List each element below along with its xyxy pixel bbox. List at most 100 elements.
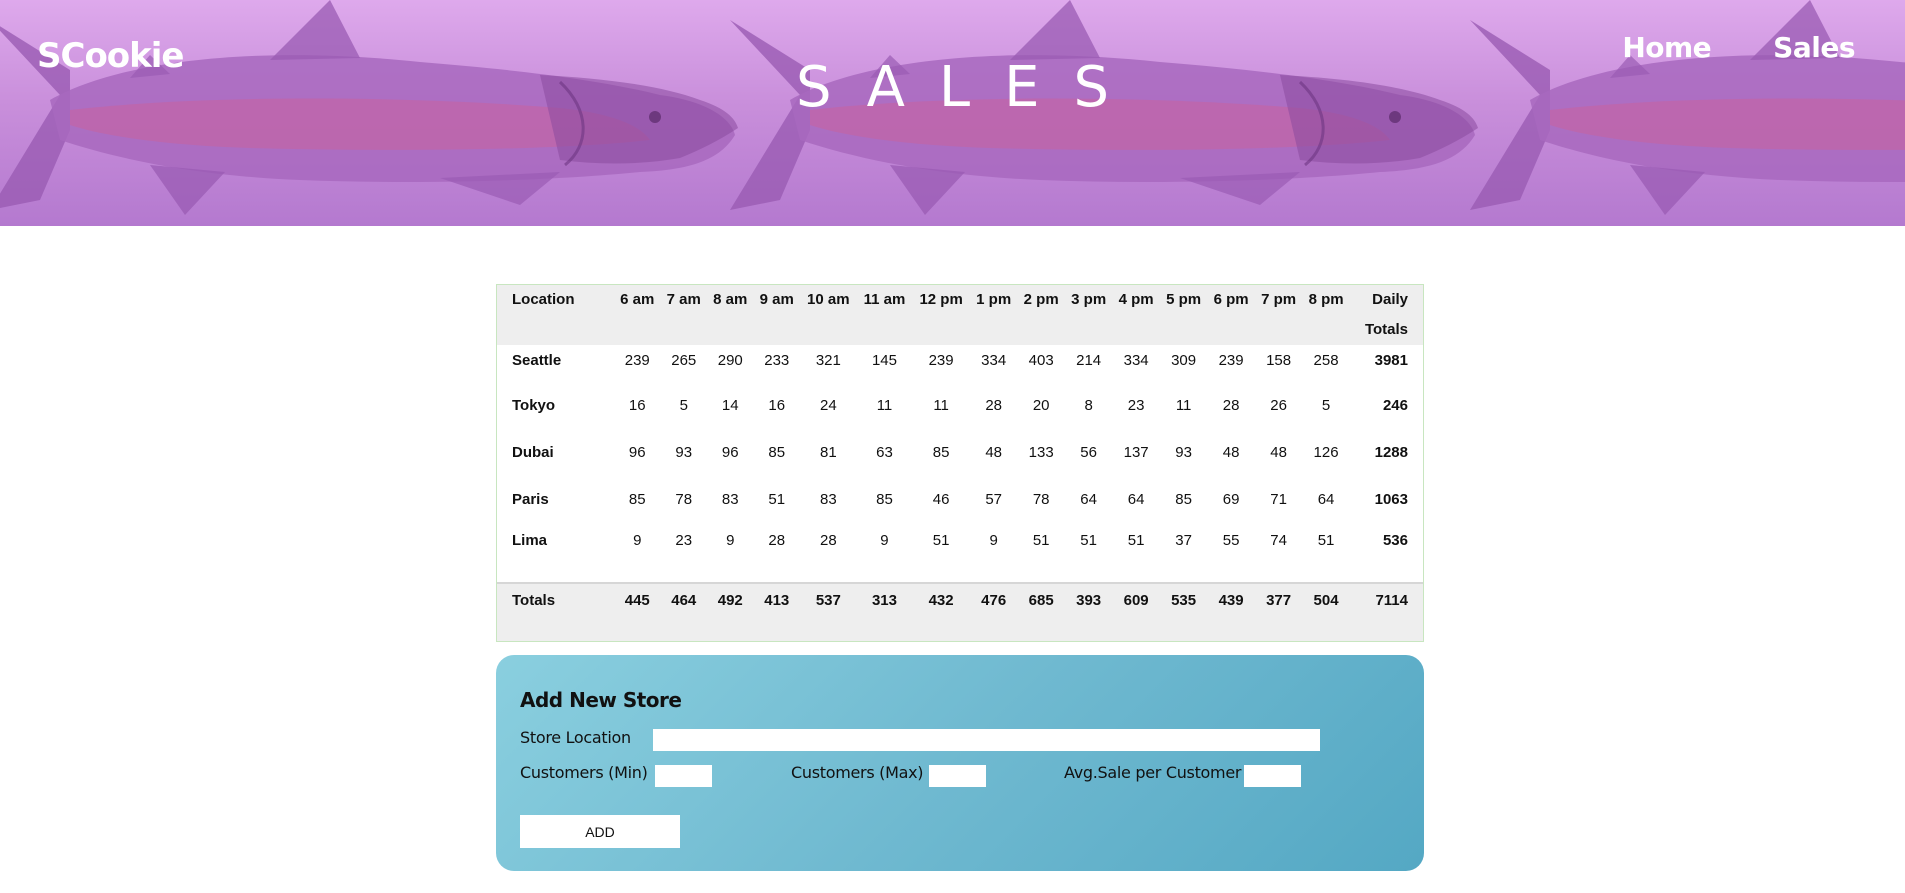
hourly-total-cell: 537 [815,592,841,609]
hourly-sales-cell: 69 [1222,491,1240,508]
hourly-total-cell: 476 [981,592,1007,609]
row-location-cell: Lima [512,532,548,549]
hourly-sales-cell: 9 [989,532,998,549]
daily-header-line1: Daily [1372,291,1408,308]
totals-label-cell: Totals [512,592,556,609]
sales-table: Location 6 am 7 am 8 am 9 am 10 am 11 am… [497,285,1423,641]
hourly-total-cell: 464 [671,592,697,609]
hourly-sales-cell: 158 [1266,352,1292,369]
hourly-sales-cell: 14 [721,397,739,414]
hourly-total-cell: 439 [1218,592,1244,609]
hourly-sales-cell: 321 [815,352,841,369]
table-row: Tokyo 16 5 14 16 24 11 11 28 20 8 23 11 28 26 5 246 [497,382,1423,429]
avg-sale-input[interactable] [1244,765,1301,787]
hourly-sales-cell: 85 [932,444,950,461]
hourly-sales-cell: 265 [671,352,697,369]
hourly-sales-cell: 403 [1028,352,1054,369]
hourly-total-cell: 535 [1171,592,1197,609]
hourly-sales-cell: 9 [726,532,735,549]
hourly-total-cell: 413 [764,592,790,609]
hourly-sales-cell: 133 [1028,444,1054,461]
hourly-sales-cell: 239 [928,352,954,369]
hourly-total-cell: 313 [871,592,897,609]
hourly-sales-cell: 85 [628,491,646,508]
hourly-sales-cell: 8 [1084,397,1093,414]
header-cell-hour: 7 pm [1261,291,1297,308]
hourly-sales-cell: 9 [633,532,642,549]
hourly-sales-cell: 28 [819,532,837,549]
store-location-input[interactable] [653,729,1320,751]
header-cell-hour: 6 am [620,291,655,308]
hourly-sales-cell: 83 [721,491,739,508]
table-row: Lima 9 23 9 28 28 9 51 9 51 51 51 37 55 74 51 536 [497,523,1423,583]
header-row: Location 6 am 7 am 8 am 9 am 10 am 11 am… [497,285,1423,345]
hourly-sales-cell: 233 [764,352,790,369]
hourly-sales-cell: 16 [628,397,646,414]
hourly-sales-cell: 9 [880,532,889,549]
hourly-sales-cell: 83 [819,491,837,508]
header-cell-daily-totals: Daily Totals [1350,285,1423,345]
header-cell-hour: 5 pm [1166,291,1202,308]
hourly-sales-cell: 16 [768,397,786,414]
header-cell-hour: 1 pm [976,291,1012,308]
hourly-sales-cell: 28 [985,397,1003,414]
hourly-sales-cell: 64 [1317,491,1335,508]
hourly-sales-cell: 96 [721,444,739,461]
add-store-form: Add New Store Store Location Customers (… [496,655,1424,871]
header-cell-hour: 9 am [759,291,794,308]
hourly-sales-cell: 48 [1270,444,1287,461]
page-header: SCookie SALES Home Sales [0,0,1905,226]
hourly-sales-cell: 258 [1313,352,1339,369]
hourly-total-cell: 609 [1123,592,1149,609]
hourly-sales-cell: 23 [1127,397,1145,414]
hourly-sales-cell: 85 [768,444,786,461]
row-location-cell: Paris [512,491,549,508]
hourly-sales-cell: 239 [1218,352,1244,369]
hourly-sales-cell: 85 [1175,491,1192,508]
header-cell-hour: 3 pm [1071,291,1107,308]
hourly-sales-cell: 93 [1175,444,1192,461]
row-daily-total-cell: 3981 [1374,352,1408,369]
header-cell-hour: 8 am [713,291,748,308]
hourly-sales-cell: 11 [933,397,949,414]
hourly-sales-cell: 145 [871,352,897,369]
hourly-sales-cell: 309 [1171,352,1197,369]
hourly-sales-cell: 37 [1175,532,1192,549]
hourly-sales-cell: 11 [1175,397,1192,414]
customers-min-input[interactable] [655,765,712,787]
hourly-sales-cell: 214 [1076,352,1102,369]
hourly-sales-cell: 51 [1032,532,1050,549]
hourly-sales-cell: 28 [768,532,786,549]
hourly-sales-cell: 11 [876,397,893,414]
hourly-sales-cell: 78 [675,491,693,508]
row-location-cell: Seattle [512,352,562,369]
hourly-sales-cell: 57 [985,491,1003,508]
header-cell-hour: 8 pm [1308,291,1344,308]
hourly-sales-cell: 56 [1080,444,1097,461]
nav-home-link[interactable]: Home [1622,31,1711,64]
table-row: Dubai 96 93 96 85 81 63 85 48 133 56 137 93 48 48 126 12… [497,429,1423,476]
add-store-button[interactable]: ADD [520,815,680,848]
customers-min-label: Customers (Min) [520,763,648,782]
header-cell-hour: 7 am [666,291,701,308]
customers-max-label: Customers (Max) [791,763,924,782]
hourly-total-cell: 685 [1028,592,1054,609]
form-title: Add New Store [520,688,682,712]
hourly-sales-cell: 46 [932,491,950,508]
header-cell-hour: 2 pm [1023,291,1059,308]
nav-sales-link[interactable]: Sales [1773,31,1855,64]
grand-total-cell: 7114 [1375,592,1408,609]
hourly-sales-cell: 48 [985,444,1003,461]
hourly-sales-cell: 5 [1321,397,1331,414]
row-daily-total-cell: 246 [1382,397,1408,414]
hourly-total-cell: 377 [1266,592,1292,609]
hourly-sales-cell: 93 [675,444,693,461]
hourly-total-cell: 492 [717,592,743,609]
row-location-cell: Dubai [512,444,554,461]
customers-max-input[interactable] [929,765,986,787]
hourly-sales-cell: 23 [675,532,693,549]
sales-table-header: Location 6 am 7 am 8 am 9 am 10 am 11 am… [497,285,1423,345]
hourly-sales-cell: 334 [981,352,1007,369]
hourly-total-cell: 432 [928,592,954,609]
page-title: SALES [795,55,1144,120]
